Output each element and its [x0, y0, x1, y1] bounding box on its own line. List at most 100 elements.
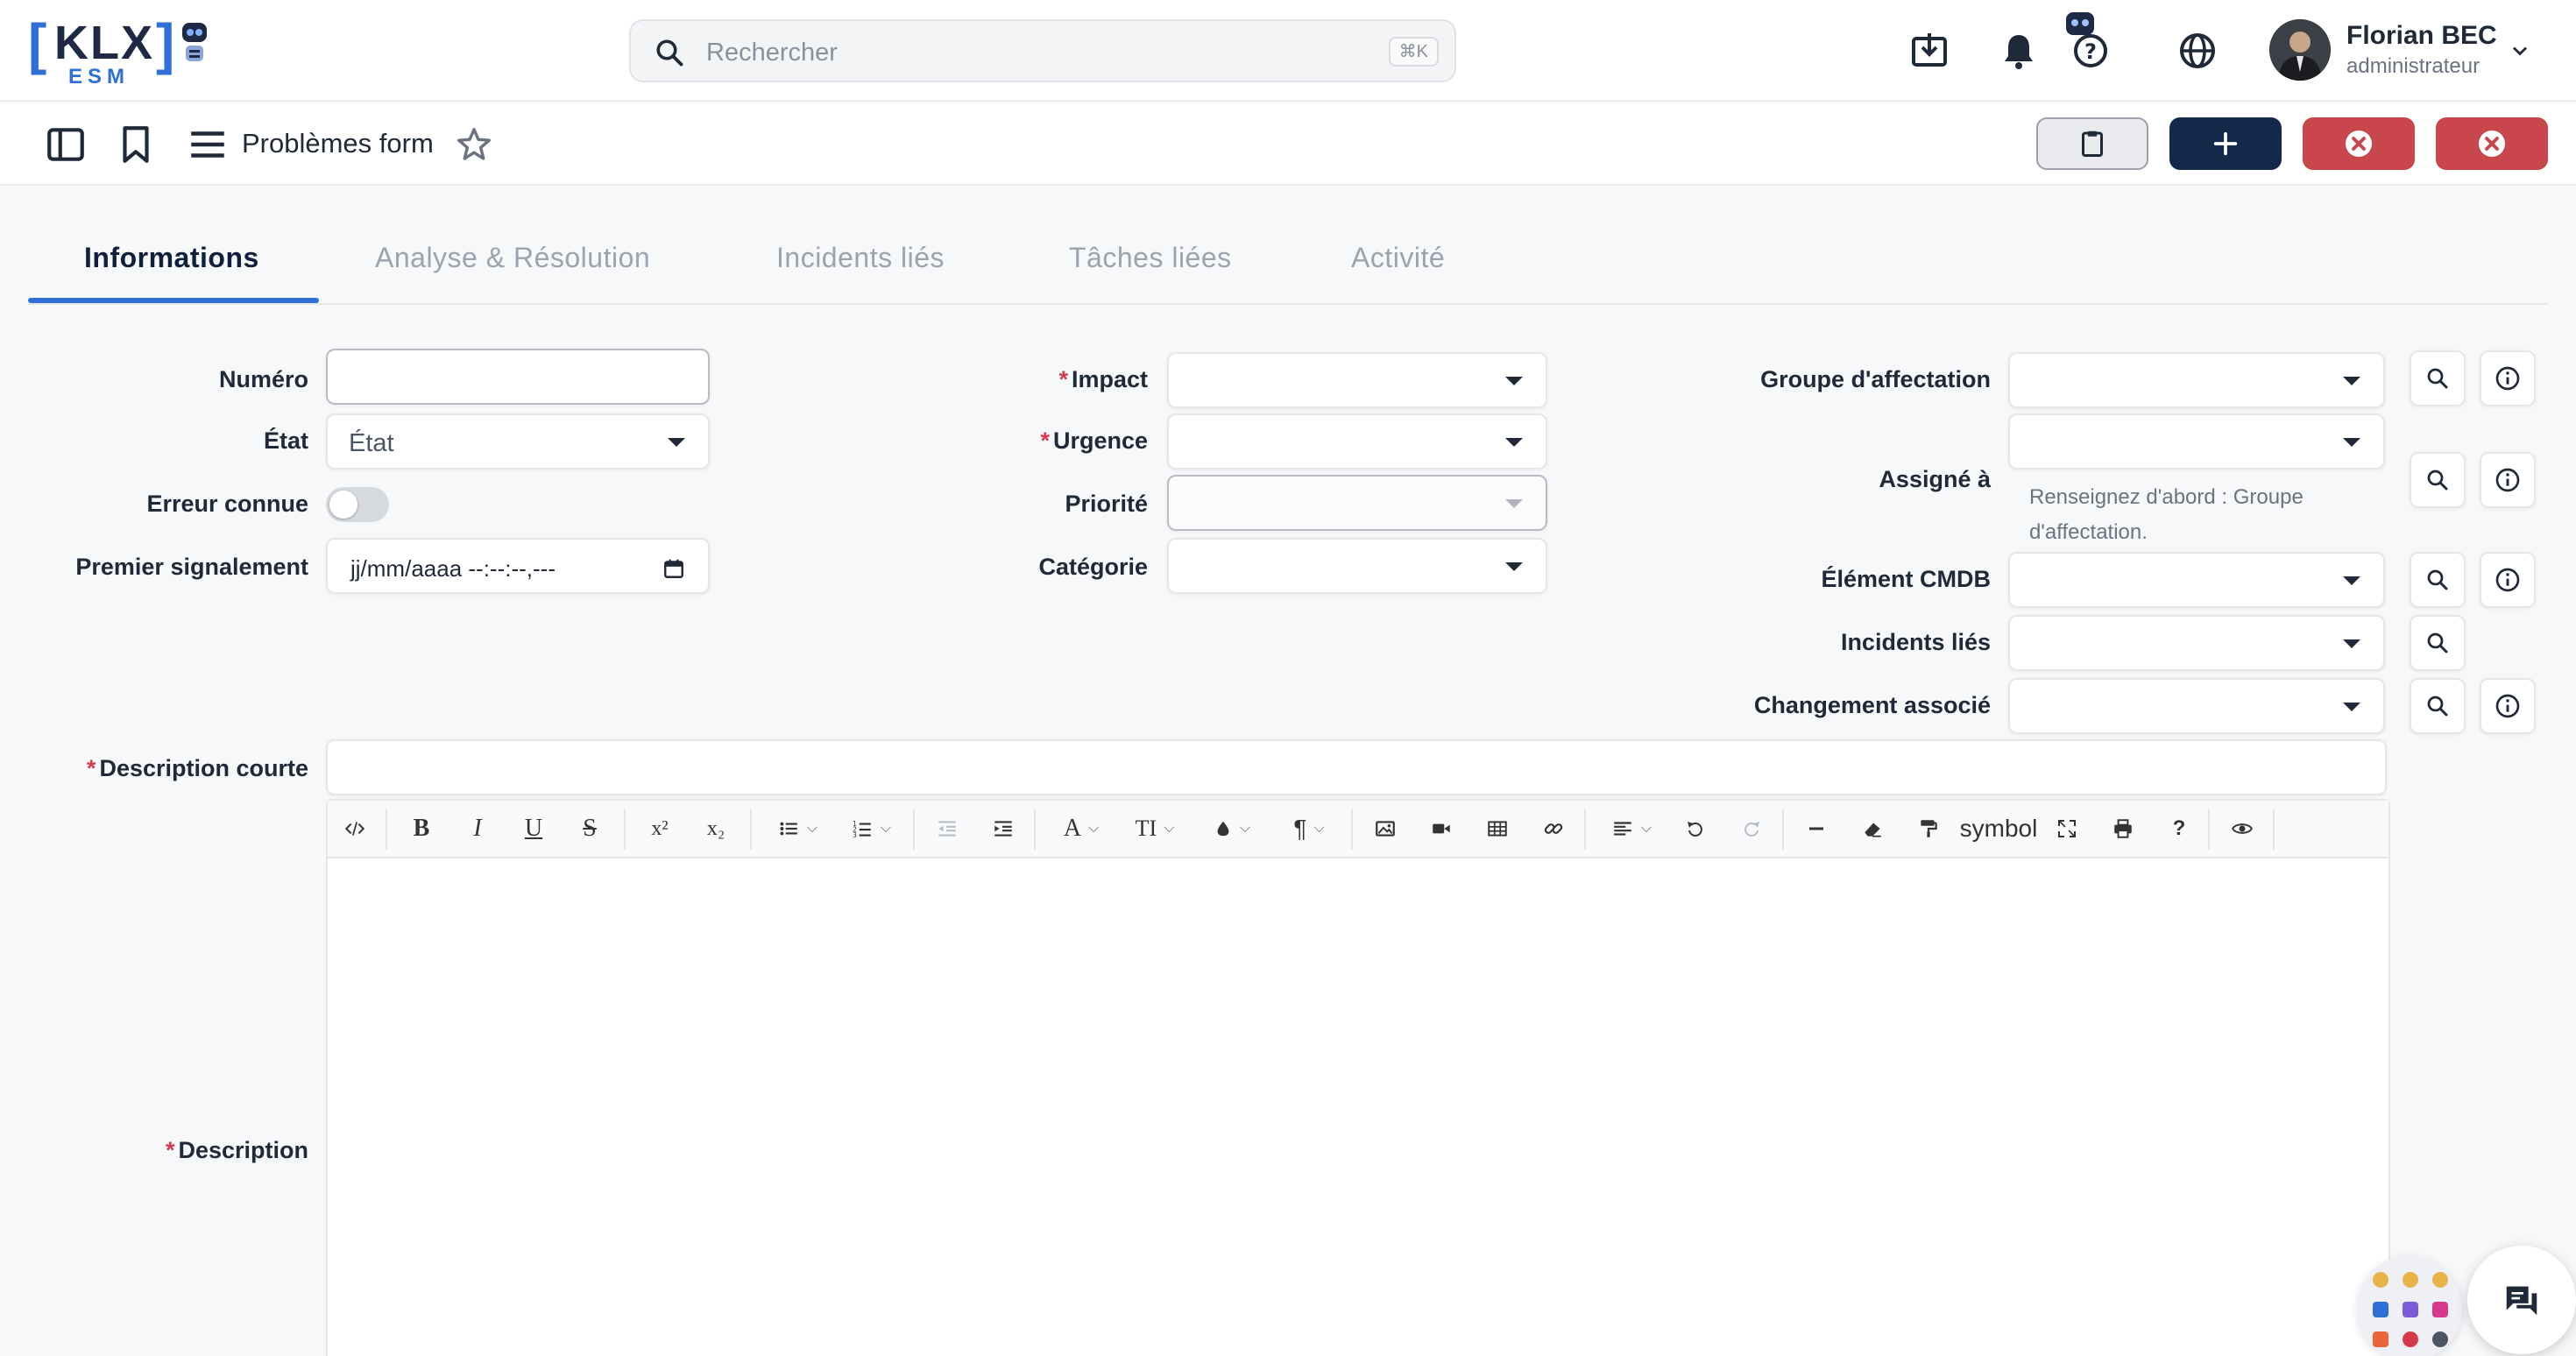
impact-label: * Impact: [1058, 366, 1148, 392]
strikethrough-button[interactable]: S: [568, 801, 612, 857]
numero-input[interactable]: [326, 349, 710, 405]
search-bar[interactable]: Rechercher ⌘K: [629, 19, 1456, 82]
assistant-robot-icon[interactable]: ?: [2061, 9, 2110, 72]
text-style-button[interactable]: TI ⌵: [1120, 801, 1190, 857]
bold-button[interactable]: B: [400, 801, 443, 857]
tab-incidents-lies[interactable]: Incidents liés: [776, 242, 945, 274]
horizontal-rule-button[interactable]: [1794, 801, 1838, 857]
paragraph-button[interactable]: ¶ ⌵: [1274, 801, 1344, 857]
star-icon[interactable]: [454, 124, 494, 165]
avatar-image: [2269, 19, 2331, 81]
cmdb-info-button[interactable]: [2480, 552, 2536, 608]
app-icon: [2432, 1331, 2448, 1347]
cancel-button[interactable]: [2303, 117, 2415, 170]
urgence-select[interactable]: [1167, 413, 1547, 470]
italic-button[interactable]: I: [456, 801, 499, 857]
undo-button[interactable]: [1674, 801, 1717, 857]
preview-button[interactable]: [2220, 801, 2264, 857]
print-button[interactable]: [2101, 801, 2145, 857]
tab-taches-liees[interactable]: Tâches liées: [1069, 242, 1232, 274]
chevron-down-icon: [1505, 377, 1523, 385]
assigne-select[interactable]: [2008, 413, 2385, 470]
bold-icon: B: [413, 815, 430, 842]
outdent-icon: [938, 821, 956, 837]
priorite-select[interactable]: [1167, 475, 1547, 531]
horizontal-rule-icon: [1809, 827, 1823, 830]
underline-button[interactable]: U: [512, 801, 556, 857]
symbol-button[interactable]: symbol: [1954, 801, 2043, 857]
add-button[interactable]: [2169, 117, 2282, 170]
groupe-search-button[interactable]: [2410, 350, 2466, 406]
search-input[interactable]: Rechercher: [706, 39, 838, 67]
tab-analyse-resolution[interactable]: Analyse & Résolution: [375, 242, 650, 274]
groupe-affectation-select[interactable]: [2008, 352, 2385, 408]
description-courte-input[interactable]: [326, 739, 2387, 795]
redo-button[interactable]: [1730, 801, 1773, 857]
chevron-down-icon: ⌵: [806, 821, 818, 836]
changement-select[interactable]: [2008, 678, 2385, 734]
app-launcher[interactable]: [2357, 1256, 2462, 1356]
indent-icon: [994, 821, 1012, 837]
calendar-icon[interactable]: [662, 557, 685, 580]
bullet-list-button[interactable]: ⌵: [762, 801, 832, 857]
erreur-connue-toggle[interactable]: [326, 487, 389, 522]
format-painter-button[interactable]: [1907, 801, 1950, 857]
groupe-info-button[interactable]: [2480, 350, 2536, 406]
code-icon: [344, 822, 365, 836]
menu-icon[interactable]: [186, 123, 230, 166]
help-button[interactable]: ?: [2157, 801, 2201, 857]
chat-button[interactable]: [2467, 1246, 2576, 1354]
categorie-select[interactable]: [1167, 538, 1547, 594]
bell-icon[interactable]: [1998, 30, 2040, 72]
outdent-button[interactable]: [925, 801, 969, 857]
superscript-button[interactable]: x²: [638, 801, 682, 857]
incidents-search-button[interactable]: [2410, 615, 2466, 671]
chevron-down-icon[interactable]: [2508, 39, 2532, 63]
cmdb-search-button[interactable]: [2410, 552, 2466, 608]
assigne-search-button[interactable]: [2410, 452, 2466, 508]
tab-activite[interactable]: Activité: [1351, 242, 1445, 274]
tab-informations[interactable]: Informations: [84, 242, 259, 274]
assigne-info-button[interactable]: [2480, 452, 2536, 508]
superscript-icon: x²: [651, 816, 669, 840]
globe-icon[interactable]: [2176, 30, 2219, 72]
user-name[interactable]: Florian BEC: [2346, 21, 2497, 51]
indent-button[interactable]: [981, 801, 1025, 857]
code-view-button[interactable]: [333, 801, 377, 857]
bookmark-icon[interactable]: [114, 123, 158, 166]
impact-select[interactable]: [1167, 352, 1547, 408]
clipboard-button[interactable]: [2036, 117, 2148, 170]
eraser-button[interactable]: [1851, 801, 1894, 857]
chevron-down-icon: [668, 438, 685, 447]
etat-select[interactable]: État: [326, 413, 710, 470]
svg-text:3: 3: [853, 831, 857, 839]
premier-signalement-input[interactable]: jj/mm/aaaa --:--:--,---: [326, 538, 710, 594]
editor-toolbar: B I U S x² x₂ ⌵ 1 2 3 ⌵ A ⌵ TI ⌵ ⌵ ¶ ⌵ ⌵…: [328, 801, 2388, 858]
color-button[interactable]: ⌵: [1197, 801, 1267, 857]
changement-info-button[interactable]: [2480, 678, 2536, 734]
chevron-down-icon: ⌵: [1239, 821, 1251, 836]
fullscreen-button[interactable]: [2045, 801, 2089, 857]
close-form-button[interactable]: [2436, 117, 2548, 170]
info-icon: [2495, 468, 2520, 492]
video-button[interactable]: [1419, 801, 1463, 857]
toolbar-divider: [2208, 809, 2210, 850]
download-icon[interactable]: [1908, 30, 1950, 72]
etat-label: État: [263, 427, 308, 454]
numbered-list-icon: 123: [853, 820, 871, 839]
incidents-lies-select[interactable]: [2008, 615, 2385, 671]
description-editor[interactable]: B I U S x² x₂ ⌵ 1 2 3 ⌵ A ⌵ TI ⌵ ⌵ ¶ ⌵ ⌵…: [326, 799, 2390, 1356]
image-button[interactable]: [1363, 801, 1407, 857]
top-bar: [ KLX ] ESM Rechercher ⌘K ? Florian BEC …: [0, 0, 2576, 102]
logo[interactable]: [ KLX ] ESM: [28, 16, 212, 88]
cmdb-select[interactable]: [2008, 552, 2385, 608]
sidebar-toggle-icon[interactable]: [44, 123, 88, 166]
link-button[interactable]: [1532, 801, 1575, 857]
avatar[interactable]: [2269, 19, 2331, 81]
numbered-list-button[interactable]: 1 2 3 ⌵: [836, 801, 906, 857]
table-button[interactable]: [1476, 801, 1519, 857]
subscript-button[interactable]: x₂: [694, 801, 738, 857]
changement-search-button[interactable]: [2410, 678, 2466, 734]
font-button[interactable]: A ⌵: [1046, 801, 1116, 857]
align-button[interactable]: ⌵: [1596, 801, 1667, 857]
